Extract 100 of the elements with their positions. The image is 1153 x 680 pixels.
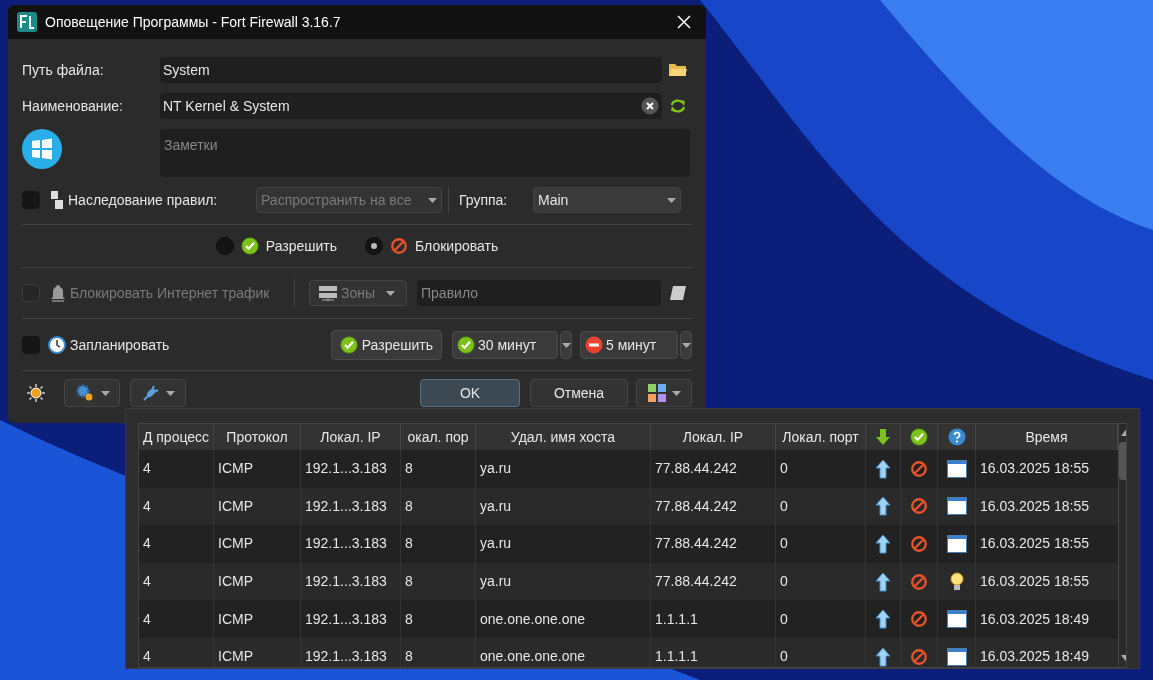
caret-icon — [667, 197, 676, 203]
table-cell: one.one.one.one — [476, 600, 651, 638]
table-cell: ICMP — [214, 600, 301, 638]
block-icon — [910, 459, 928, 478]
window-icon — [946, 497, 967, 516]
table-cell-text: 16.03.2025 18:55 — [979, 572, 1090, 592]
clear-icon[interactable] — [641, 97, 659, 115]
caret-icon — [428, 197, 437, 203]
radio-button[interactable] — [215, 237, 234, 255]
block-icon — [910, 647, 928, 666]
group-combo[interactable]: Main — [533, 187, 681, 213]
table-cell: 4 — [139, 450, 214, 488]
refresh-button[interactable] — [668, 96, 688, 116]
settings-icon — [74, 383, 95, 403]
table-cell: ICMP — [214, 450, 301, 488]
table-cell-text: 16.03.2025 18:55 — [979, 496, 1090, 516]
close-icon[interactable] — [677, 15, 691, 29]
block-time-button[interactable]: 5 минут — [580, 331, 678, 359]
table-cell: 0 — [776, 637, 866, 667]
table-cell: ya.ru — [476, 525, 651, 563]
tiles-icon — [647, 384, 666, 402]
settings-menu-button[interactable] — [64, 379, 120, 407]
help-icon — [947, 428, 966, 446]
table-cell: ICMP — [214, 637, 301, 667]
table-cell: 1.1.1.1 — [651, 637, 776, 667]
window-icon — [946, 459, 967, 478]
dropdown-button[interactable] — [680, 331, 692, 359]
block-icon — [910, 535, 928, 553]
table-cell: 4 — [139, 525, 214, 563]
layout-menu-button[interactable] — [636, 379, 692, 407]
check-circle-icon — [910, 428, 928, 446]
check-circle-icon — [240, 237, 259, 255]
path-field[interactable]: System — [160, 57, 662, 83]
light-bulb-icon — [949, 571, 964, 592]
table-cell: 192.1...3.183 — [301, 637, 401, 667]
radio-label: Блокировать — [415, 236, 499, 256]
allow-button[interactable]: Разрешить — [330, 330, 442, 360]
window-icon — [946, 610, 967, 629]
table-cell: 4 — [139, 600, 214, 638]
field-label: Наследование правил: — [68, 190, 219, 210]
scroll-icon[interactable] — [669, 285, 687, 301]
table-cell: 1.1.1.1 — [651, 600, 776, 638]
notes-field[interactable]: Заметки — [160, 129, 690, 177]
block-icon — [910, 572, 928, 591]
server-icon — [318, 285, 338, 301]
radio-button[interactable] — [365, 237, 384, 255]
cancel-button[interactable]: Отмена — [530, 379, 628, 407]
caret-icon — [165, 390, 175, 396]
radio-label: Разрешить — [265, 236, 338, 256]
ok-button[interactable]: OK — [420, 379, 520, 407]
check-circle-icon — [457, 336, 475, 354]
field-label: Путь файла: — [22, 60, 105, 80]
dropdown-button[interactable] — [560, 331, 572, 359]
caret-icon — [681, 342, 691, 348]
table-cell: 192.1...3.183 — [301, 525, 401, 563]
check-circle-icon — [339, 336, 358, 354]
table-cell: 4 — [139, 637, 214, 667]
table-cell: 192.1...3.183 — [301, 600, 401, 638]
caret-icon — [100, 390, 110, 396]
table-cell: one.one.one.one — [476, 637, 651, 667]
window-icon — [946, 535, 967, 553]
plug-icon — [141, 384, 160, 402]
minus-circle-icon — [585, 336, 603, 354]
allow-time-button[interactable]: 30 минут — [452, 331, 558, 359]
table-cell: 8 — [401, 450, 476, 488]
table-cell: 192.1...3.183 — [301, 450, 401, 488]
field-label: Группа: — [458, 190, 509, 210]
caret-icon — [386, 290, 396, 296]
window-icon — [946, 647, 967, 666]
table-cell: 0 — [776, 525, 866, 563]
field-label: Наименование: — [22, 96, 124, 116]
table-cell: 77.88.44.242 — [651, 450, 776, 488]
document-icon — [50, 190, 64, 210]
block-icon — [390, 237, 409, 255]
name-field[interactable]: NT Kernel & System — [160, 93, 662, 119]
table-cell-text: 16.03.2025 18:49 — [979, 647, 1090, 667]
table-cell: 8 — [401, 525, 476, 563]
down-arrow-icon — [875, 428, 891, 446]
table-cell-text: 16.03.2025 18:55 — [979, 459, 1090, 479]
table-cell: ICMP — [214, 525, 301, 563]
clock-icon — [48, 336, 66, 354]
window-title: Оповещение Программы - Fort Firewall 3.16.7 — [45, 12, 341, 32]
caret-icon — [561, 342, 571, 348]
table-cell: 0 — [776, 450, 866, 488]
bell-icon — [50, 283, 66, 303]
windows-logo-icon — [22, 129, 62, 169]
table-cell-text: 16.03.2025 18:55 — [979, 534, 1090, 554]
table-cell-text: 16.03.2025 18:49 — [979, 609, 1090, 629]
block-icon — [910, 497, 928, 516]
table-cell: 77.88.44.242 — [651, 525, 776, 563]
caret-icon — [671, 390, 681, 396]
app-logo-icon — [17, 12, 37, 32]
table-cell: 8 — [401, 600, 476, 638]
table-cell: ya.ru — [476, 450, 651, 488]
checkbox-label: Запланировать — [70, 335, 171, 355]
table-cell: 0 — [776, 600, 866, 638]
block-icon — [910, 610, 928, 629]
table-cell: 8 — [401, 637, 476, 667]
sun-icon[interactable] — [26, 383, 46, 403]
plug-menu-button[interactable] — [130, 379, 186, 407]
